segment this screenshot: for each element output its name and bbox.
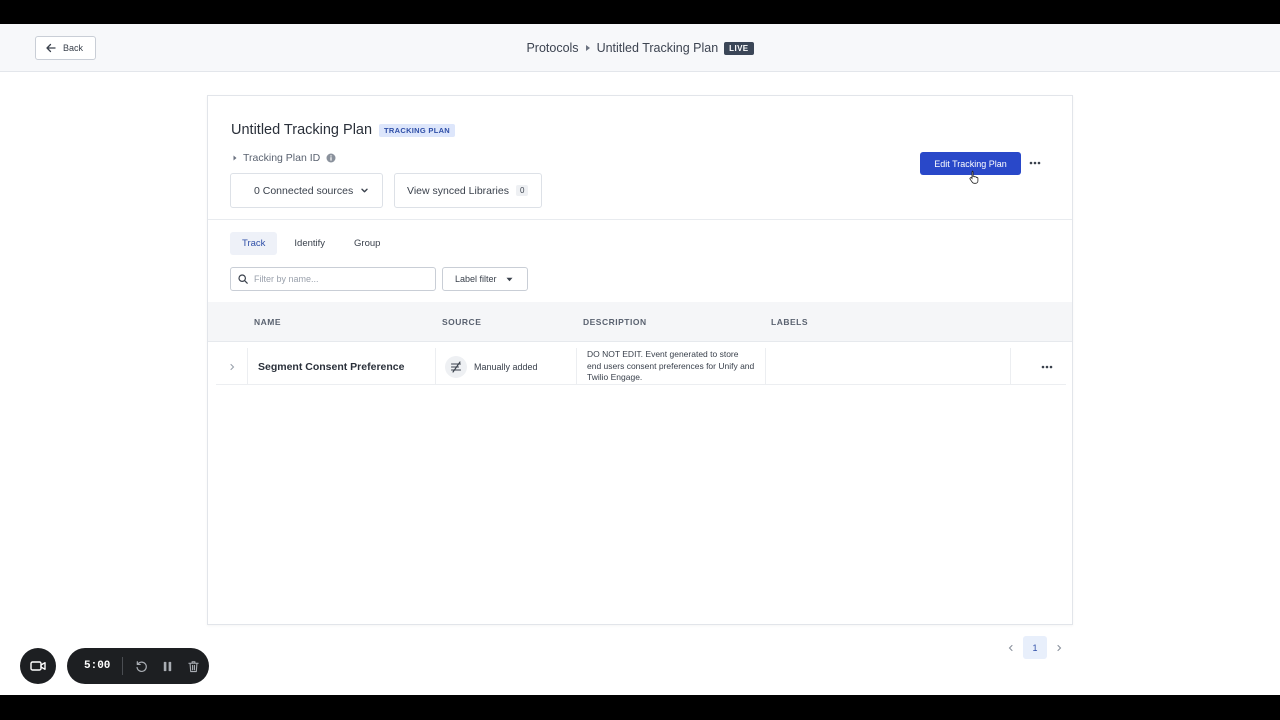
filter-by-name-input[interactable] bbox=[254, 274, 424, 284]
row-more-options-button[interactable] bbox=[1031, 348, 1063, 385]
trash-icon bbox=[187, 660, 199, 672]
manual-source-icon bbox=[445, 355, 467, 378]
libraries-label: View synced Libraries bbox=[407, 184, 509, 197]
table-row[interactable]: Segment Consent Preference Manually adde… bbox=[216, 348, 1066, 385]
column-header-name[interactable]: NAME bbox=[254, 317, 281, 327]
pause-icon bbox=[163, 661, 171, 671]
breadcrumb-protocols[interactable]: Protocols bbox=[526, 41, 578, 55]
chevron-down-icon bbox=[361, 188, 368, 193]
events-table-header: NAME SOURCE DESCRIPTION LABELS bbox=[208, 302, 1072, 342]
status-badge: LIVE bbox=[724, 41, 754, 55]
chevron-right-icon bbox=[229, 363, 234, 370]
top-bar: Back Protocols Untitled Tracking Plan LI… bbox=[0, 24, 1280, 72]
plan-title-text: Untitled Tracking Plan bbox=[231, 122, 373, 138]
event-type-tabs: Track Identify Group bbox=[230, 232, 397, 255]
breadcrumb-current: Untitled Tracking Plan bbox=[596, 41, 719, 55]
plan-header: Untitled Tracking Plan TRACKING PLAN Tra… bbox=[208, 96, 1072, 220]
view-synced-libraries-button[interactable]: View synced Libraries 0 bbox=[394, 173, 542, 208]
row-expand-toggle[interactable] bbox=[216, 348, 248, 385]
tab-identify[interactable]: Identify bbox=[282, 232, 337, 255]
ellipsis-icon bbox=[1041, 365, 1053, 368]
recording-timer: 5:00 bbox=[84, 660, 111, 672]
plan-id-toggle[interactable]: Tracking Plan ID bbox=[231, 152, 336, 164]
tab-group[interactable]: Group bbox=[342, 232, 392, 255]
info-icon[interactable] bbox=[326, 153, 336, 163]
search-icon bbox=[238, 274, 248, 284]
column-header-description[interactable]: DESCRIPTION bbox=[583, 317, 647, 327]
restart-recording-button[interactable] bbox=[129, 654, 153, 678]
previous-page-button[interactable] bbox=[1000, 637, 1022, 659]
chevron-right-icon bbox=[1057, 644, 1062, 651]
restart-icon bbox=[135, 660, 147, 672]
camera-toggle-button[interactable] bbox=[20, 648, 56, 684]
tracking-plan-card: Untitled Tracking Plan TRACKING PLAN Tra… bbox=[207, 95, 1073, 625]
chevron-left-icon bbox=[1008, 644, 1013, 651]
video-camera-icon bbox=[30, 661, 46, 671]
label-filter-text: Label filter bbox=[455, 274, 497, 284]
recording-controls: 5:00 bbox=[67, 648, 209, 684]
caret-right-icon bbox=[585, 45, 590, 51]
event-description: DO NOT EDIT. Event generated to store en… bbox=[577, 348, 766, 385]
filter-search-box bbox=[230, 267, 436, 291]
pause-recording-button[interactable] bbox=[155, 654, 179, 678]
connected-sources-label: 0 Connected sources bbox=[254, 184, 354, 197]
column-header-source[interactable]: SOURCE bbox=[442, 317, 481, 327]
divider bbox=[122, 657, 123, 675]
connected-sources-dropdown[interactable]: 0 Connected sources bbox=[230, 173, 383, 208]
more-options-button[interactable] bbox=[1026, 154, 1044, 172]
page-title: Untitled Tracking Plan TRACKING PLAN bbox=[231, 122, 456, 138]
next-page-button[interactable] bbox=[1048, 637, 1070, 659]
ellipsis-icon bbox=[1029, 161, 1041, 165]
pagination: 1 bbox=[1000, 636, 1070, 659]
event-labels bbox=[766, 348, 1011, 385]
event-source-label: Manually added bbox=[474, 361, 538, 372]
delete-recording-button[interactable] bbox=[181, 654, 205, 678]
breadcrumb: Protocols Untitled Tracking Plan LIVE bbox=[0, 24, 1280, 72]
app-screen: Back Protocols Untitled Tracking Plan LI… bbox=[0, 24, 1280, 695]
event-name: Segment Consent Preference bbox=[248, 348, 436, 385]
label-filter-dropdown[interactable]: Label filter bbox=[442, 267, 528, 291]
caret-right-icon bbox=[233, 155, 237, 161]
event-source: Manually added bbox=[436, 348, 577, 385]
caret-down-icon bbox=[506, 277, 513, 281]
tab-track[interactable]: Track bbox=[230, 232, 278, 255]
column-header-labels[interactable]: LABELS bbox=[771, 317, 808, 327]
pointer-cursor-icon bbox=[969, 170, 979, 184]
plan-type-tag: TRACKING PLAN bbox=[379, 123, 456, 137]
libraries-count: 0 bbox=[515, 185, 529, 196]
plan-id-label: Tracking Plan ID bbox=[243, 152, 321, 164]
page-number-button[interactable]: 1 bbox=[1023, 636, 1047, 659]
